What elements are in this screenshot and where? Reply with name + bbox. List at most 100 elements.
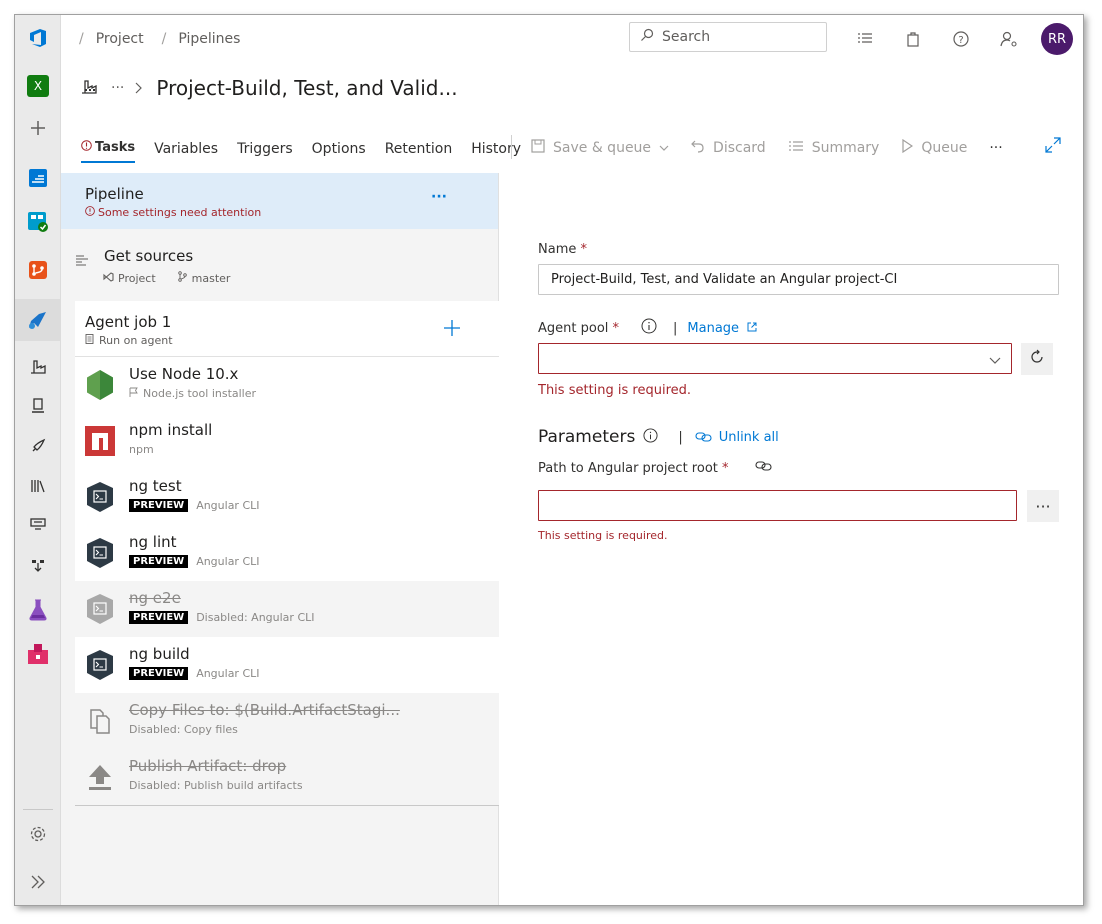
task-ng-test[interactable]: ng test PREVIEW Angular CLI (75, 469, 499, 525)
agent-pool-error: This setting is required. (538, 383, 692, 398)
task-name: Copy Files to: $(Build.ArtifactStagi... (129, 701, 400, 719)
azure-devops-logo-icon[interactable] (15, 19, 61, 57)
visual-studio-icon (103, 271, 114, 285)
discard-label: Discard (713, 140, 766, 156)
angular-cli-shield-icon (85, 481, 115, 513)
agent-icon[interactable] (15, 387, 61, 425)
preview-badge: PREVIEW (129, 499, 189, 512)
summary-list-icon (788, 140, 804, 156)
tab-triggers[interactable]: Triggers (237, 141, 293, 163)
work-items-list-icon[interactable] (855, 29, 875, 49)
marketplace-bag-icon[interactable] (903, 29, 923, 49)
server-icon (85, 334, 94, 347)
path-label: Path to Angular project root * (538, 460, 773, 476)
user-settings-icon[interactable] (999, 29, 1019, 49)
tab-variables[interactable]: Variables (154, 141, 218, 163)
new-icon[interactable] (15, 109, 61, 147)
test-plans-icon[interactable] (15, 591, 61, 629)
info-icon[interactable] (641, 318, 657, 338)
app-window: X / Project / Pipelines Search ? RR ··· … (14, 14, 1084, 906)
task-sub: PREVIEW Angular CLI (129, 667, 260, 680)
task-name: ng build (129, 645, 190, 663)
releases-icon[interactable] (15, 427, 61, 465)
deployment-groups-icon[interactable] (15, 545, 61, 583)
external-link-icon[interactable] (747, 321, 757, 336)
toolbar-more-button[interactable]: ··· (989, 140, 1002, 156)
artifacts-icon[interactable] (15, 635, 61, 673)
tab-retention[interactable]: Retention (385, 141, 453, 163)
nodejs-hexagon-icon (85, 369, 115, 401)
pipeline-node[interactable]: Pipeline Some settings need attention ··… (61, 173, 498, 229)
task-sub: npm (129, 443, 154, 456)
parameters-header: Parameters | Unlink all (538, 427, 779, 447)
required-asterisk: * (722, 460, 729, 476)
queue-button[interactable]: Queue (901, 138, 967, 157)
pipelines-icon[interactable] (15, 299, 61, 341)
builds-icon[interactable] (15, 347, 61, 385)
tab-tasks-label: Tasks (95, 139, 136, 155)
pipeline-more-button[interactable]: ··· (431, 189, 447, 205)
task-ng-e2e[interactable]: ng e2e PREVIEW Disabled: Angular CLI (75, 581, 499, 637)
breadcrumb-separator: / (161, 31, 167, 47)
browse-button[interactable]: ··· (1027, 490, 1059, 522)
task-use-node[interactable]: Use Node 10.x Node.js tool installer (75, 357, 499, 413)
pipeline-toolbar: Save & queue Discard Summary Queue ··· (531, 133, 1025, 163)
agent-job-node[interactable]: Agent job 1 Run on agent (75, 301, 499, 357)
angular-cli-shield-icon (85, 537, 115, 569)
breadcrumb-project[interactable]: Project (96, 31, 144, 47)
manage-link[interactable]: Manage (687, 321, 739, 336)
library-icon[interactable] (15, 467, 61, 505)
boards-icon[interactable] (15, 203, 61, 241)
path-input[interactable] (538, 490, 1017, 521)
search-input[interactable]: Search (629, 22, 827, 52)
task-copy-files[interactable]: Copy Files to: $(Build.ArtifactStagi... … (75, 693, 499, 749)
task-publish-artifact[interactable]: Publish Artifact: drop Disabled: Publish… (75, 749, 499, 805)
breadcrumb-pipelines[interactable]: Pipelines (178, 31, 240, 47)
summary-button[interactable]: Summary (788, 140, 880, 156)
search-icon (640, 28, 654, 46)
save-queue-button[interactable]: Save & queue (531, 139, 669, 157)
info-icon[interactable] (643, 427, 658, 447)
task-ng-lint[interactable]: ng lint PREVIEW Angular CLI (75, 525, 499, 581)
tab-history[interactable]: History (471, 141, 521, 163)
name-label-text: Name (538, 242, 577, 257)
top-bar: / Project / Pipelines Search ? RR (61, 15, 1083, 63)
parameters-title: Parameters (538, 427, 636, 447)
help-icon[interactable]: ? (951, 29, 971, 49)
get-sources-details: Project master (103, 271, 230, 285)
angular-cli-shield-icon (85, 593, 115, 625)
path-error: This setting is required. (538, 529, 668, 542)
path-label-text: Path to Angular project root (538, 460, 718, 476)
name-label: Name * (538, 242, 587, 257)
repos-icon[interactable] (15, 251, 61, 289)
undo-icon (691, 139, 705, 157)
rail-divider (23, 809, 53, 810)
task-sub: Disabled: Copy files (129, 723, 238, 736)
name-field[interactable]: Project-Build, Test, and Validate an Ang… (538, 264, 1059, 295)
flag-icon (129, 387, 139, 400)
overview-icon[interactable] (15, 159, 61, 197)
tab-options[interactable]: Options (312, 141, 366, 163)
task-groups-icon[interactable] (15, 505, 61, 543)
repo-name: Project (118, 271, 156, 285)
task-npm-install[interactable]: npm install npm (75, 413, 499, 469)
discard-button[interactable]: Discard (691, 139, 766, 157)
pipeline-settings-panel: Name * Project-Build, Test, and Validate… (500, 173, 1083, 905)
task-ng-build[interactable]: ng build PREVIEW Angular CLI (75, 637, 499, 693)
tab-tasks[interactable]: Tasks (81, 139, 136, 163)
unlink-all-link[interactable]: Unlink all (719, 430, 779, 445)
title-more-button[interactable]: ··· (111, 80, 124, 96)
agent-pool-label: Agent pool * | Manage (538, 318, 757, 338)
settings-gear-icon[interactable] (15, 815, 61, 853)
add-task-plus-icon[interactable] (443, 319, 461, 341)
link-chain-icon[interactable] (754, 460, 773, 476)
agent-pool-select[interactable] (538, 343, 1012, 374)
avatar[interactable]: RR (1041, 23, 1073, 55)
summary-label: Summary (811, 140, 880, 156)
expand-rail-icon[interactable] (15, 863, 61, 901)
refresh-button[interactable] (1021, 343, 1053, 375)
fullscreen-expand-icon[interactable] (1045, 137, 1061, 157)
org-badge[interactable]: X (15, 67, 61, 105)
get-sources-node[interactable]: Get sources Project master (75, 239, 495, 289)
agent-job-title: Agent job 1 (85, 313, 172, 331)
